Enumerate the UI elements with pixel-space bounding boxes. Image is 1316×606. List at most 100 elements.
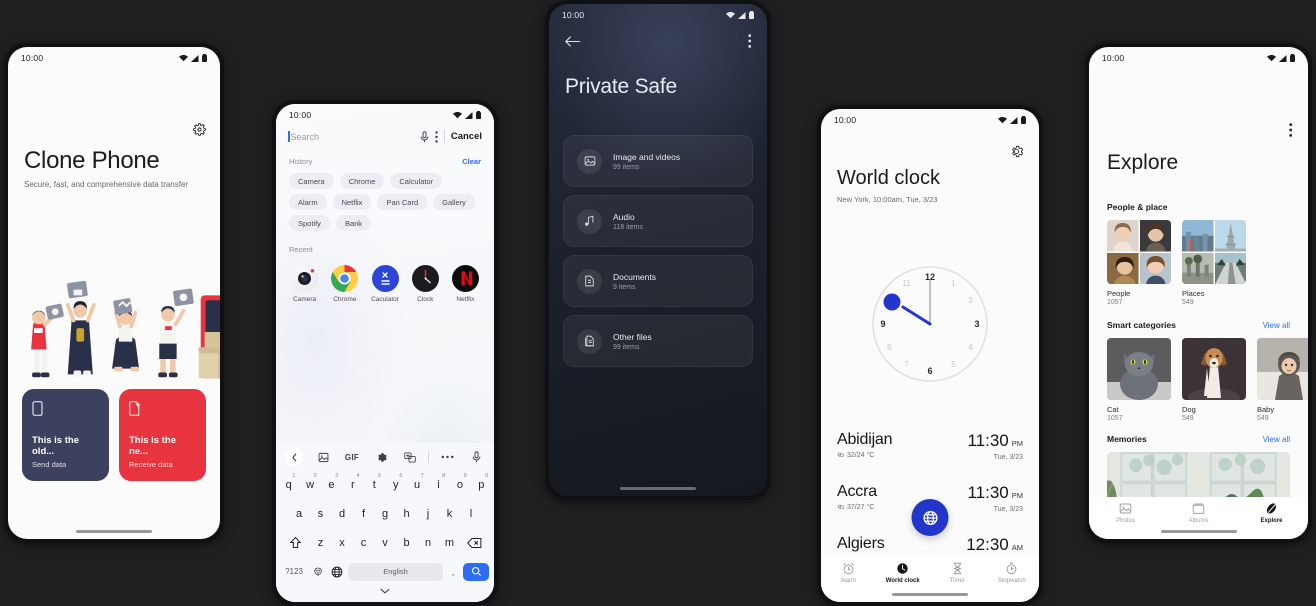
key[interactable]: 6y <box>386 473 405 496</box>
clear-history-button[interactable]: Clear <box>462 157 481 166</box>
view-all-memories[interactable]: View all <box>1263 435 1290 444</box>
clock-settings-button[interactable] <box>1010 145 1024 163</box>
search-input[interactable]: Search <box>288 131 414 142</box>
gif-button[interactable]: GIF <box>341 453 363 462</box>
key[interactable]: b <box>397 531 417 554</box>
battery-icon <box>476 111 481 119</box>
nav-label: Alarm <box>840 578 857 584</box>
view-all-smart-categories[interactable]: View all <box>1263 321 1290 330</box>
key[interactable]: 2w <box>300 473 319 496</box>
app-clock[interactable]: Clock <box>411 265 440 303</box>
key[interactable]: j <box>418 502 438 525</box>
key[interactable]: g <box>375 502 395 525</box>
nav-item-alarm[interactable]: Alarm <box>824 562 872 584</box>
history-chip[interactable]: Gallery <box>433 194 475 210</box>
app-camera[interactable]: Camera <box>290 265 319 303</box>
backspace-key[interactable] <box>461 531 487 554</box>
history-chip[interactable]: Netflix <box>332 194 372 210</box>
settings-button[interactable] <box>193 123 206 141</box>
city-name: Abidijan <box>837 431 893 448</box>
receive-data-card[interactable]: This is the ne... Receive data <box>119 389 206 481</box>
safe-item-other[interactable]: Other files 99 items <box>563 315 753 367</box>
key[interactable]: c <box>354 531 374 554</box>
history-chip[interactable]: Pan Card <box>377 194 428 210</box>
nav-item-explore[interactable]: Explore <box>1246 502 1298 524</box>
key[interactable]: l <box>461 502 481 525</box>
history-chip[interactable]: Chrome <box>339 173 385 189</box>
safe-item-text: Image and videos 99 items <box>613 152 680 171</box>
safe-item-images[interactable]: Image and videos 99 items <box>563 135 753 187</box>
tile-cat[interactable]: Cat 1057 <box>1107 338 1171 422</box>
illustration-person-4 <box>158 288 194 378</box>
cancel-button[interactable]: Cancel <box>451 131 482 142</box>
key[interactable]: 3e <box>322 473 341 496</box>
key-number: 6 <box>399 473 403 479</box>
key[interactable]: 9o <box>450 473 469 496</box>
nav-item-albums[interactable]: Albums <box>1173 502 1225 524</box>
microphone-icon[interactable] <box>420 130 429 143</box>
sticker-button[interactable] <box>312 452 334 463</box>
overflow-menu-button[interactable] <box>747 34 752 53</box>
tile-dog[interactable]: Dog 549 <box>1182 338 1246 422</box>
tile-places[interactable]: Places 549 <box>1182 220 1246 306</box>
add-city-fab[interactable] <box>911 499 949 536</box>
key-number: 2 <box>313 473 317 479</box>
tile-people[interactable]: People 1057 <box>1107 220 1171 306</box>
symbols-key[interactable]: ?123 <box>281 567 307 576</box>
keyboard-settings-button[interactable] <box>370 452 392 463</box>
image-glyph <box>584 156 595 166</box>
back-button[interactable] <box>565 35 581 53</box>
history-chip[interactable]: Spotify <box>289 215 330 231</box>
more-options-button[interactable] <box>436 455 458 459</box>
key[interactable]: d <box>332 502 352 525</box>
city-row[interactable]: Abidijan 32/24 °C 11:30 PM Tue, 3/23 <box>837 419 1023 471</box>
hide-keyboard-button[interactable] <box>276 585 494 600</box>
key[interactable]: 5t <box>365 473 384 496</box>
shift-key[interactable] <box>283 531 309 554</box>
history-chip[interactable]: Camera <box>289 173 334 189</box>
status-bar: 10:00 <box>821 109 1039 125</box>
key[interactable]: 8i <box>429 473 448 496</box>
emoji-key[interactable] <box>310 560 326 583</box>
app-chrome[interactable]: Chrome <box>330 265 359 303</box>
key[interactable]: h <box>397 502 417 525</box>
key[interactable]: v <box>375 531 395 554</box>
translate-button[interactable] <box>399 451 421 463</box>
language-key[interactable] <box>329 560 345 583</box>
comma-key[interactable]: , <box>446 567 460 577</box>
history-header: History Clear <box>276 151 494 169</box>
key[interactable]: n <box>418 531 438 554</box>
weather-icon <box>837 504 844 509</box>
search-key[interactable] <box>463 562 489 581</box>
nav-item-stopwatch[interactable]: Stopwatch <box>988 562 1036 584</box>
history-chip[interactable]: Bank <box>335 215 372 231</box>
safe-item-audio[interactable]: Audio 118 items <box>563 195 753 247</box>
key[interactable]: 4r <box>343 473 362 496</box>
key[interactable]: f <box>354 502 374 525</box>
history-chip[interactable]: Alarm <box>289 194 327 210</box>
key[interactable]: a <box>289 502 309 525</box>
safe-item-documents[interactable]: Documents 9 items <box>563 255 753 307</box>
key[interactable]: k <box>440 502 460 525</box>
key[interactable]: 7u <box>407 473 426 496</box>
history-chips: Camera Chrome Calculator Alarm Netflix P… <box>276 169 494 231</box>
tile-baby[interactable]: Baby 549 <box>1257 338 1308 422</box>
nav-item-timer[interactable]: Timer <box>933 562 981 584</box>
overflow-menu-icon[interactable] <box>435 130 438 143</box>
key[interactable]: m <box>440 531 460 554</box>
key[interactable]: x <box>332 531 352 554</box>
space-key[interactable]: English <box>348 562 443 581</box>
app-netflix[interactable]: Netflix <box>451 265 480 303</box>
nav-item-photos[interactable]: Photos <box>1100 502 1152 524</box>
send-data-card[interactable]: This is the old... Send data <box>22 389 109 481</box>
key[interactable]: z <box>311 531 331 554</box>
overflow-menu-button[interactable] <box>1288 123 1293 142</box>
key[interactable]: 0p <box>472 473 491 496</box>
history-chip[interactable]: Calculator <box>390 173 443 189</box>
app-calculator[interactable]: Caculator <box>370 265 399 303</box>
key[interactable]: s <box>311 502 331 525</box>
keyboard-mic-button[interactable] <box>465 451 487 463</box>
nav-item-world-clock[interactable]: World clock <box>879 562 927 584</box>
keyboard-back-button[interactable] <box>283 448 305 466</box>
key[interactable]: 1q <box>279 473 298 496</box>
